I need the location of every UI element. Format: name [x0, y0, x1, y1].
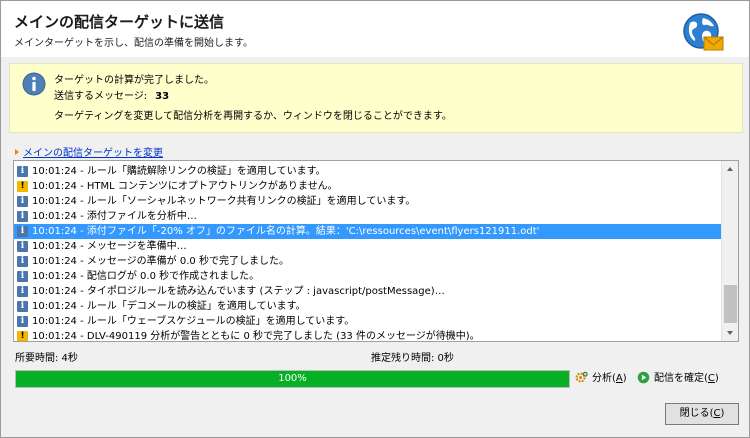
log-text: 10:01:24 - タイポロジルールを読み込んでいます (ステップ : jav… — [32, 286, 445, 297]
info-icon — [17, 254, 28, 269]
log-row[interactable]: 10:01:24 - 添付ファイルを分析中… — [14, 209, 722, 224]
info-icon — [22, 72, 46, 96]
messages-label: 送信するメッセージ: — [54, 91, 148, 102]
analyze-label: 分析( — [592, 373, 616, 384]
calc-complete-text: ターゲットの計算が完了しました。 — [54, 75, 214, 86]
warning-icon — [17, 179, 28, 194]
log-text: 10:01:24 - メッセージの準備が 0.0 秒で完了しました。 — [32, 256, 289, 267]
change-target-label: メインの配信ターゲットを変更 — [23, 148, 163, 159]
log-text: 10:01:24 - ルール「デコメールの検証」を適用しています。 — [32, 301, 306, 312]
scroll-thumb[interactable] — [724, 285, 737, 323]
log-row[interactable]: 10:01:24 - タイポロジルールを読み込んでいます (ステップ : jav… — [14, 284, 722, 299]
close-close-paren: ) — [720, 408, 725, 419]
log-row[interactable]: 10:01:24 - ルール「ソーシャルネットワーク共有リンクの検証」を適用して… — [14, 194, 722, 209]
log-text: 10:01:24 - ルール「購読解除リンクの検証」を適用しています。 — [32, 166, 326, 177]
log-text: 10:01:24 - ルール「ウェーブスケジュールの検証」を適用しています。 — [32, 316, 355, 327]
analyze-button[interactable]: 分析(A) — [575, 371, 627, 387]
log-row[interactable]: 10:01:24 - DLV-490119 分析が警告とともに 0 秒で完了しま… — [14, 329, 722, 342]
globe-mail-icon — [683, 13, 724, 51]
confirm-close-paren: ) — [714, 373, 719, 384]
warning-icon — [17, 329, 28, 341]
log-list-box[interactable]: 10:01:24 - ルール「購読解除リンクの検証」を適用しています。 10:01… — [13, 160, 739, 342]
elapsed-time: 所要時間: 4秒 — [15, 353, 78, 364]
log-text: 10:01:24 - DLV-490119 分析が警告とともに 0 秒で完了しま… — [32, 331, 480, 342]
messages-count: 33 — [155, 91, 170, 102]
remaining-time: 推定残り時間: 0秒 — [371, 353, 454, 364]
confirm-accesskey: C — [707, 373, 715, 384]
messages-count-line: 送信するメッセージ: 33 — [54, 87, 169, 102]
scroll-down-button[interactable] — [722, 324, 738, 341]
log-text: 10:01:24 - ルール「ソーシャルネットワーク共有リンクの検証」を適用して… — [32, 196, 416, 207]
info-panel: ターゲットの計算が完了しました。 送信するメッセージ: 33 ターゲティングを変更… — [9, 63, 743, 133]
progress-bar: 100% — [15, 370, 570, 388]
log-text: 10:01:24 - HTML コンテンツにオプトアウトリンクがありません。 — [32, 181, 338, 192]
gear-icon — [575, 371, 588, 383]
dialog-subtitle: メインターゲットを示し、配信の準備を開始します。 — [14, 38, 253, 49]
log-text: 10:01:24 - 添付ファイル「-20% オフ」のファイル名の計算。結果：'… — [32, 226, 540, 237]
log-scrollbar[interactable] — [721, 161, 738, 341]
info-instructions: ターゲティングを変更して配信分析を再開するか、ウィンドウを閉じることができます。 — [54, 111, 452, 122]
log-row[interactable]: 10:01:24 - ルール「購読解除リンクの検証」を適用しています。 — [14, 164, 722, 179]
log-row[interactable]: 10:01:24 - ルール「ウェーブスケジュールの検証」を適用しています。 — [14, 314, 722, 329]
info-icon — [17, 209, 28, 224]
link-arrow-icon — [15, 149, 19, 155]
info-icon — [17, 194, 28, 209]
log-text: 10:01:24 - 配信ログが 0.0 秒で作成されました。 — [32, 271, 260, 282]
info-icon — [17, 299, 28, 314]
dialog-title: メインの配信ターゲットに送信 — [14, 13, 225, 31]
delivery-dialog: メインの配信ターゲットに送信 メインターゲットを示し、配信の準備を開始します。 … — [0, 0, 750, 438]
progress-label: 100% — [278, 373, 307, 384]
analyze-close-paren: ) — [622, 373, 627, 384]
confirm-label: 配信を確定( — [654, 373, 708, 384]
info-icon — [17, 269, 28, 284]
info-icon — [17, 224, 28, 239]
log-text: 10:01:24 - メッセージを準備中… — [32, 241, 187, 252]
change-target-link[interactable]: メインの配信ターゲットを変更 — [15, 144, 163, 159]
info-icon — [17, 314, 28, 329]
log-row[interactable]: 10:01:24 - 配信ログが 0.0 秒で作成されました。 — [14, 269, 722, 284]
info-icon — [17, 239, 28, 254]
log-row[interactable]: 10:01:24 - メッセージの準備が 0.0 秒で完了しました。 — [14, 254, 722, 269]
dialog-header: メインの配信ターゲットに送信 メインターゲットを示し、配信の準備を開始します。 — [1, 1, 749, 57]
log-row[interactable]: 10:01:24 - ルール「デコメールの検証」を適用しています。 — [14, 299, 722, 314]
analyze-accesskey: A — [615, 373, 623, 384]
info-icon — [17, 164, 28, 179]
log-text: 10:01:24 - 添付ファイルを分析中… — [32, 211, 197, 222]
log-row[interactable]: 10:01:24 - HTML コンテンツにオプトアウトリンクがありません。 — [14, 179, 722, 194]
play-icon — [637, 371, 650, 384]
log-row[interactable]: 10:01:24 - 添付ファイル「-20% オフ」のファイル名の計算。結果：'… — [14, 224, 722, 239]
log-list[interactable]: 10:01:24 - ルール「購読解除リンクの検証」を適用しています。 10:01… — [14, 164, 722, 342]
close-label: 閉じる( — [679, 408, 714, 419]
confirm-delivery-button[interactable]: 配信を確定(C) — [637, 371, 719, 387]
scroll-up-button[interactable] — [722, 161, 738, 178]
close-button[interactable]: 閉じる(C) — [665, 403, 739, 425]
info-icon — [17, 284, 28, 299]
log-row[interactable]: 10:01:24 - メッセージを準備中… — [14, 239, 722, 254]
